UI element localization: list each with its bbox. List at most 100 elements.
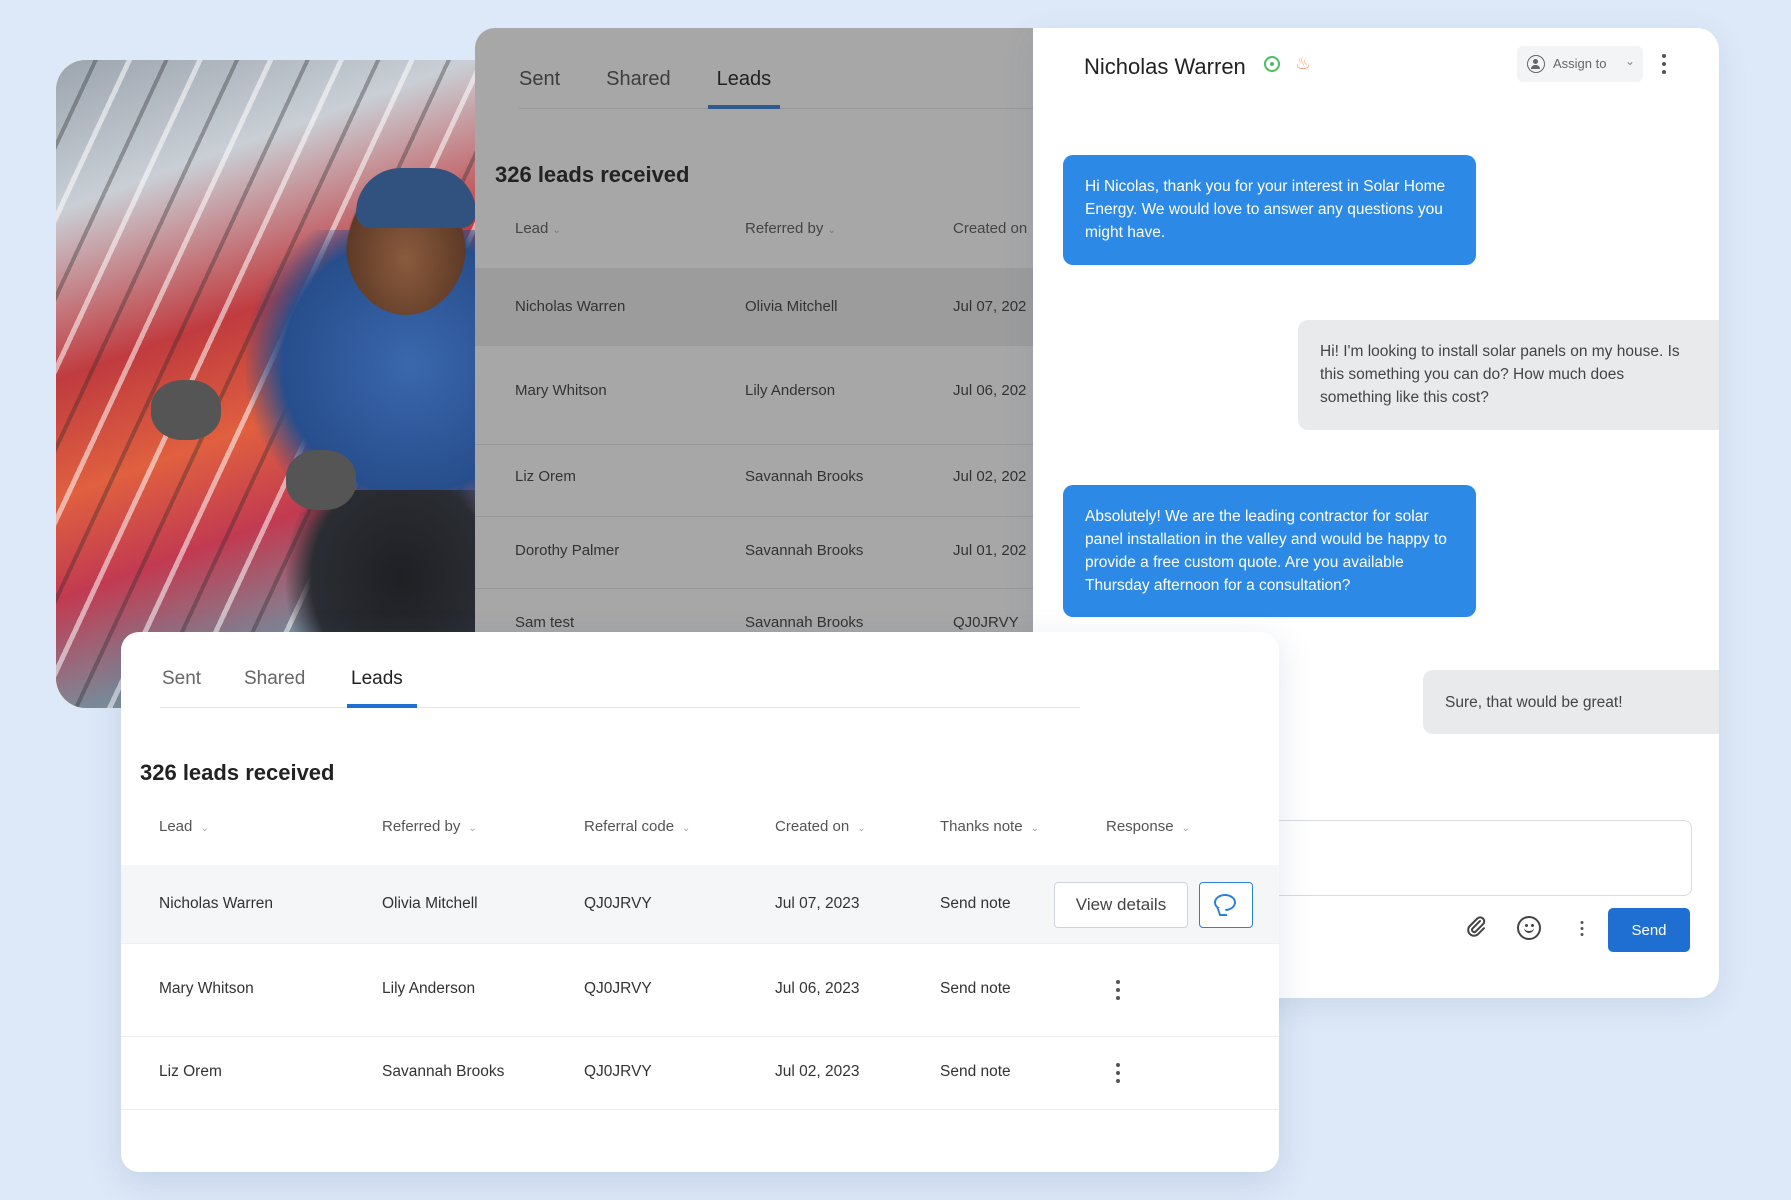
back-row-referred: Savannah Brooks bbox=[745, 614, 864, 631]
back-col-lead[interactable]: Lead ⌄ bbox=[515, 220, 561, 237]
row-divider bbox=[475, 516, 1035, 517]
kebab-menu-icon[interactable] bbox=[1115, 980, 1121, 1004]
sort-caret-icon: ⌄ bbox=[468, 823, 477, 834]
assign-to-dropdown[interactable]: Assign to ⌄ bbox=[1517, 46, 1643, 82]
col-referral-code[interactable]: Referral code ⌄ bbox=[584, 818, 690, 835]
kebab-menu-icon[interactable] bbox=[1115, 1063, 1121, 1087]
assign-to-label: Assign to bbox=[1553, 56, 1607, 71]
back-col-referred[interactable]: Referred by ⌄ bbox=[745, 220, 836, 237]
back-table-row[interactable]: Dorothy Palmer Savannah Brooks Jul 01, 2… bbox=[475, 518, 1035, 588]
back-col-lead-label: Lead bbox=[515, 220, 549, 237]
back-row-lead: Liz Orem bbox=[515, 468, 576, 485]
back-row-referred: Savannah Brooks bbox=[745, 542, 864, 559]
back-row-referred: Savannah Brooks bbox=[745, 468, 864, 485]
tab-leads[interactable]: Leads bbox=[351, 668, 403, 690]
back-row-created: Jul 02, 202 bbox=[953, 468, 1027, 485]
row-created-on: Jul 07, 2023 bbox=[775, 895, 860, 912]
back-tab-sent[interactable]: Sent bbox=[519, 68, 560, 91]
row-divider bbox=[475, 444, 1035, 445]
back-row-lead: Nicholas Warren bbox=[515, 298, 626, 315]
back-row-referred: Lily Anderson bbox=[745, 382, 836, 399]
view-details-button[interactable]: View details bbox=[1054, 882, 1188, 928]
message-outgoing: Hi Nicolas, thank you for your interest … bbox=[1063, 155, 1476, 265]
back-row-created: QJ0JRVY bbox=[953, 614, 1019, 631]
back-count-title: 326 leads received bbox=[495, 162, 690, 187]
back-tab-shared[interactable]: Shared bbox=[606, 68, 671, 91]
col-created-on[interactable]: Created on ⌄ bbox=[775, 818, 866, 835]
sort-caret-icon: ⌄ bbox=[1030, 823, 1039, 834]
sort-caret-icon: ⌄ bbox=[552, 225, 561, 236]
chevron-down-icon: ⌄ bbox=[1625, 54, 1636, 68]
back-tab-leads[interactable]: Leads bbox=[717, 68, 772, 91]
row-referred-by: Lily Anderson bbox=[382, 980, 476, 997]
sort-caret-icon: ⌄ bbox=[857, 823, 866, 834]
back-active-tab-underline bbox=[708, 105, 780, 109]
row-referral-code: QJ0JRVY bbox=[584, 1063, 652, 1080]
row-referred-by: Savannah Brooks bbox=[382, 1063, 505, 1080]
user-circle-icon bbox=[1527, 55, 1545, 73]
back-row-lead: Mary Whitson bbox=[515, 382, 607, 399]
back-row-created: Jul 01, 202 bbox=[953, 542, 1027, 559]
send-note-link[interactable]: Send note bbox=[940, 980, 1011, 998]
table-row[interactable]: Liz Orem Savannah Brooks QJ0JRVY Jul 02,… bbox=[121, 1037, 1279, 1109]
col-thanks-note[interactable]: Thanks note ⌄ bbox=[940, 818, 1039, 835]
row-lead: Nicholas Warren bbox=[159, 895, 273, 912]
message-input[interactable] bbox=[1273, 820, 1692, 896]
message-outgoing: Absolutely! We are the leading contracto… bbox=[1063, 485, 1476, 617]
smiley-icon[interactable] bbox=[1517, 916, 1541, 940]
table-row[interactable]: Mary Whitson Lily Anderson QJ0JRVY Jul 0… bbox=[121, 944, 1279, 1036]
back-col-referred-label: Referred by bbox=[745, 220, 824, 237]
col-referred-by[interactable]: Referred by ⌄ bbox=[382, 818, 477, 835]
contact-name: Nicholas Warren bbox=[1084, 54, 1246, 79]
col-lead-label: Lead bbox=[159, 818, 193, 835]
row-referral-code: QJ0JRVY bbox=[584, 980, 652, 997]
sort-caret-icon: ⌄ bbox=[682, 823, 691, 834]
tab-divider bbox=[160, 707, 1080, 708]
col-referral-code-label: Referral code bbox=[584, 818, 675, 835]
back-col-created[interactable]: Created on bbox=[953, 220, 1027, 237]
sort-caret-icon: ⌄ bbox=[200, 823, 209, 834]
more-options-icon[interactable] bbox=[1580, 921, 1585, 939]
row-lead: Mary Whitson bbox=[159, 980, 254, 997]
tab-shared[interactable]: Shared bbox=[244, 668, 305, 690]
back-table-row[interactable]: Liz Orem Savannah Brooks Jul 02, 202 bbox=[475, 446, 1035, 516]
row-divider bbox=[121, 1109, 1279, 1110]
send-note-link[interactable]: Send note bbox=[940, 1063, 1011, 1081]
kebab-menu-icon[interactable] bbox=[1661, 54, 1667, 78]
back-row-lead: Sam test bbox=[515, 614, 575, 631]
leads-table-card: Sent Shared Leads 326 leads received Lea… bbox=[121, 632, 1279, 1172]
back-tabs: Sent Shared Leads bbox=[519, 68, 771, 91]
back-table-row[interactable]: Nicholas Warren Olivia Mitchell Jul 07, … bbox=[475, 268, 1035, 346]
table-row[interactable]: Nicholas Warren Olivia Mitchell QJ0JRVY … bbox=[121, 865, 1279, 943]
sort-caret-icon: ⌄ bbox=[827, 225, 836, 236]
send-note-link[interactable]: Send note bbox=[940, 895, 1011, 913]
col-referred-by-label: Referred by bbox=[382, 818, 461, 835]
tab-sent[interactable]: Sent bbox=[162, 668, 201, 690]
send-button[interactable]: Send bbox=[1608, 908, 1690, 952]
col-response[interactable]: Response ⌄ bbox=[1106, 818, 1190, 835]
col-response-label: Response bbox=[1106, 818, 1174, 835]
glove-left bbox=[151, 380, 221, 440]
row-created-on: Jul 02, 2023 bbox=[775, 1063, 860, 1080]
back-row-created: Jul 07, 202 bbox=[953, 298, 1027, 315]
sort-caret-icon: ⌄ bbox=[1181, 823, 1190, 834]
message-incoming: Hi! I'm looking to install solar panels … bbox=[1298, 320, 1719, 430]
row-referred-by: Olivia Mitchell bbox=[382, 895, 478, 912]
col-thanks-note-label: Thanks note bbox=[940, 818, 1023, 835]
back-row-referred: Olivia Mitchell bbox=[745, 298, 838, 315]
online-status-icon bbox=[1264, 56, 1280, 72]
worker-cap bbox=[356, 168, 476, 228]
back-table-row[interactable]: Mary Whitson Lily Anderson Jul 06, 202 bbox=[475, 346, 1035, 436]
col-lead[interactable]: Lead ⌄ bbox=[159, 818, 209, 835]
back-row-created: Jul 06, 202 bbox=[953, 382, 1027, 399]
glove-right bbox=[286, 450, 356, 510]
back-row-lead: Dorothy Palmer bbox=[515, 542, 620, 559]
col-created-on-label: Created on bbox=[775, 818, 850, 835]
chat-bubble-icon bbox=[1214, 894, 1236, 911]
open-chat-button[interactable] bbox=[1199, 882, 1253, 928]
flame-icon: ♨ bbox=[1295, 53, 1312, 73]
paperclip-icon[interactable] bbox=[1463, 914, 1489, 940]
leads-count-title: 326 leads received bbox=[140, 760, 335, 785]
active-tab-underline bbox=[347, 704, 417, 708]
message-incoming: Sure, that would be great! bbox=[1423, 670, 1719, 734]
